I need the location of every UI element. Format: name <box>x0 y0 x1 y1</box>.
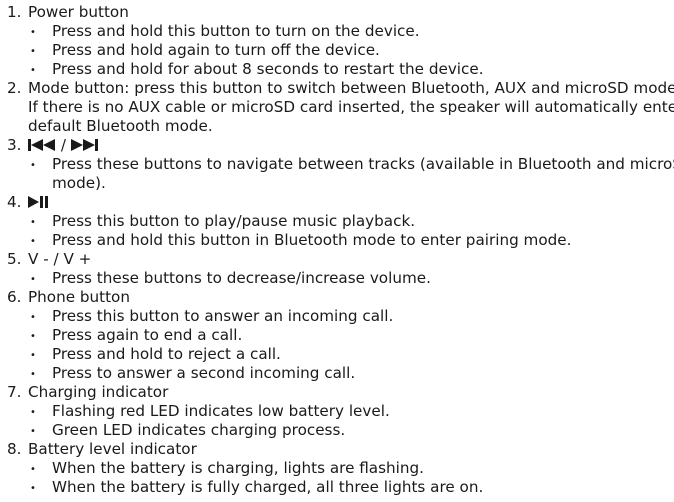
item-title-track-buttons: / <box>28 136 99 155</box>
list-item: Press to answer a second incoming call. <box>52 364 356 382</box>
item-text-line: default Bluetooth mode. <box>28 117 213 135</box>
list-item: Green LED indicates charging process. <box>52 421 346 439</box>
next-track-icon <box>70 139 98 151</box>
item-number: 1. <box>7 3 22 21</box>
list-item: Press and hold this button in Bluetooth … <box>52 231 572 249</box>
previous-track-icon <box>28 139 55 151</box>
bullet-icon: • <box>30 350 36 361</box>
list-item: Press and hold this button to turn on th… <box>52 22 420 40</box>
list-item: Press these buttons to navigate between … <box>52 155 674 173</box>
list-item: Press and hold to reject a call. <box>52 345 281 363</box>
bullet-icon: • <box>30 312 36 323</box>
list-item: Press and hold for about 8 seconds to re… <box>52 60 484 78</box>
bullet-icon: • <box>30 27 36 38</box>
bullet-icon: • <box>30 331 36 342</box>
bullet-icon: • <box>30 274 36 285</box>
list-item: Press this button to answer an incoming … <box>52 307 394 325</box>
item-number: 7. <box>7 383 22 401</box>
bullet-icon: • <box>30 160 36 171</box>
bullet-icon: • <box>30 369 36 380</box>
bullet-icon: • <box>30 217 36 228</box>
bullet-icon: • <box>30 483 36 494</box>
list-item: Press this button to play/pause music pl… <box>52 212 416 230</box>
play-pause-icon <box>28 196 48 208</box>
bullet-icon: • <box>30 407 36 418</box>
bullet-icon: • <box>30 236 36 247</box>
bullet-icon: • <box>30 426 36 437</box>
item-title-play-pause <box>28 193 50 212</box>
item-number: 5. <box>7 250 22 268</box>
item-text-line: If there is no AUX cable or microSD card… <box>28 98 674 116</box>
item-number: 3. <box>7 136 22 154</box>
list-item: When the battery is fully charged, all t… <box>52 478 484 496</box>
item-number: 2. <box>7 79 22 97</box>
item-text-mode-button: Mode button: press this button to switch… <box>28 79 674 97</box>
list-item: When the battery is charging, lights are… <box>52 459 424 477</box>
item-title-volume: V - / V + <box>28 250 92 268</box>
bullet-icon: • <box>30 464 36 475</box>
list-item: Press these buttons to decrease/increase… <box>52 269 431 287</box>
item-number: 8. <box>7 440 22 458</box>
item-title-battery-level: Battery level indicator <box>28 440 197 458</box>
item-number: 6. <box>7 288 22 306</box>
item-title-power-button: Power button <box>28 3 129 21</box>
item-title-phone-button: Phone button <box>28 288 130 306</box>
item-title-charging-indicator: Charging indicator <box>28 383 169 401</box>
list-item: Press again to end a call. <box>52 326 243 344</box>
separator: / <box>60 136 66 154</box>
instruction-list: 1. Power button • Press and hold this bu… <box>0 0 674 502</box>
list-item-continuation: mode). <box>52 174 106 192</box>
item-number: 4. <box>7 193 22 211</box>
list-item: Flashing red LED indicates low battery l… <box>52 402 390 420</box>
bullet-icon: • <box>30 65 36 76</box>
bullet-icon: • <box>30 46 36 57</box>
list-item: Press and hold again to turn off the dev… <box>52 41 380 59</box>
